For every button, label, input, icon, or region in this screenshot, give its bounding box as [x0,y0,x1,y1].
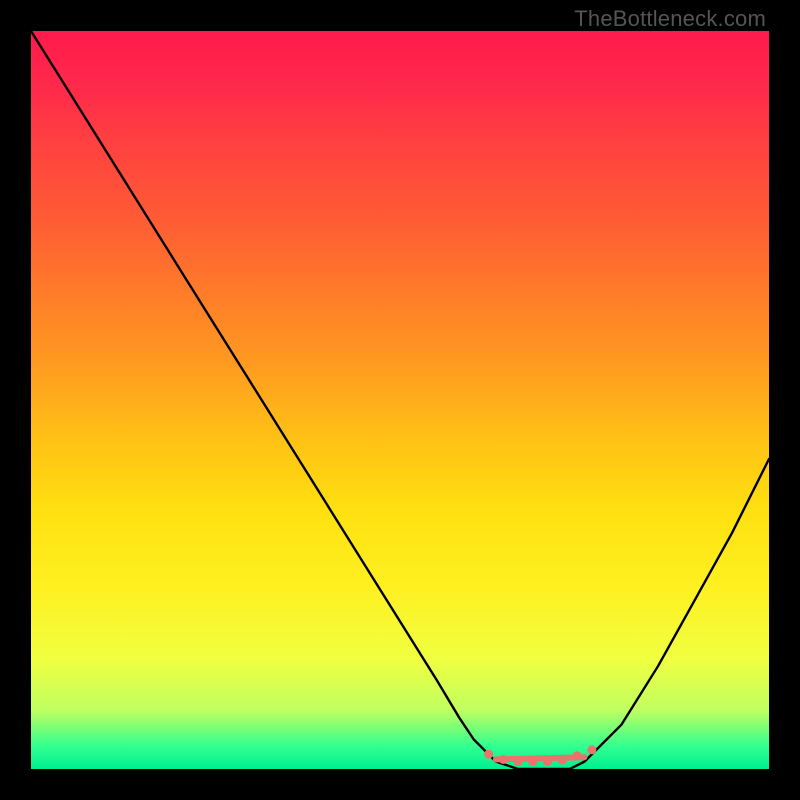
watermark-text: TheBottleneck.com [574,6,766,32]
emphasis-dot [528,757,537,766]
emphasis-dot [573,751,582,760]
plot-area [31,31,769,769]
emphasis-dot [484,750,493,759]
emphasis-dot [558,756,567,765]
emphasis-dot [514,757,523,766]
emphasis-dot [587,745,596,754]
chart-svg [31,31,769,769]
emphasis-line [496,757,585,759]
curve-line [31,31,769,769]
emphasis-dot [499,755,508,764]
chart-container: TheBottleneck.com [0,0,800,800]
emphasis-dot [543,757,552,766]
